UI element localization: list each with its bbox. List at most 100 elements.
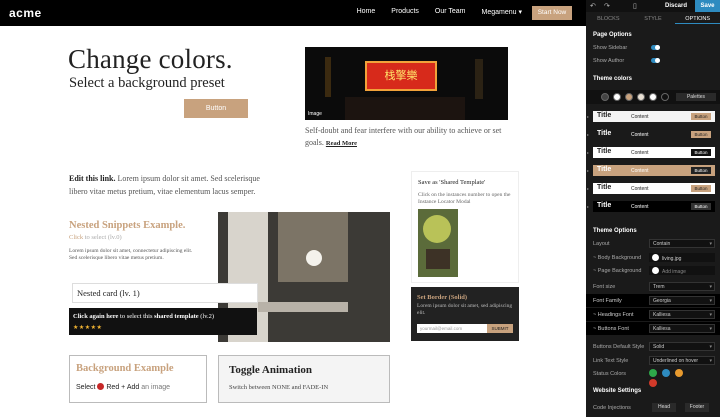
status-colors [649, 369, 699, 387]
nested-click-rest: to select (lv.0) [84, 234, 122, 241]
an-image-text: an image [141, 384, 171, 391]
to-select-text: to select this [120, 313, 153, 320]
body-background-field[interactable]: living.jpg [649, 253, 715, 262]
save-template-card[interactable]: Save as 'Shared Template' Click on the i… [411, 171, 519, 283]
nav-link-our-team[interactable]: Our Team [435, 8, 466, 16]
device-icon[interactable]: ▯ [633, 2, 637, 10]
chevron-right-icon[interactable]: ▸ [587, 186, 589, 191]
toggle-animation-text: Switch between NONE and FADE-IN [229, 384, 329, 391]
nav-link-megamenu[interactable]: Megamenu ▾ [482, 8, 522, 16]
nested-snippets-title[interactable]: Nested Snippets Example. [69, 220, 185, 231]
swatch-5[interactable] [661, 93, 669, 101]
start-now-button[interactable]: Start Now [532, 6, 572, 20]
tab-blocks[interactable]: BLOCKS [586, 14, 631, 24]
swatch-2[interactable] [625, 93, 633, 101]
palettes-dropdown[interactable]: Palettes [676, 93, 716, 101]
theme-row[interactable]: ▸ Title Content Button [587, 147, 715, 158]
nested-click-text[interactable]: Click to select (lv.0) [69, 234, 122, 241]
website-settings-heading: Website Settings [593, 388, 642, 394]
theme-row-button: Button [691, 149, 711, 156]
font-family-select[interactable]: Georgia ▾ [649, 296, 715, 305]
save-button[interactable]: Save [695, 0, 720, 12]
background-example-card[interactable]: Background Example Select Red + Add an i… [69, 355, 207, 403]
image-street [345, 97, 465, 120]
discard-button[interactable]: Discard [665, 3, 687, 9]
redo-icon[interactable]: ↷ [604, 2, 610, 10]
panel-tabs: BLOCKS STYLE OPTIONS [586, 14, 720, 24]
nav-link-products[interactable]: Products [391, 8, 419, 16]
show-author-toggle[interactable] [651, 58, 660, 63]
page-background-field[interactable]: Add image [649, 266, 715, 275]
chevron-right-icon[interactable]: ▸ [587, 150, 589, 155]
status-color-0[interactable] [649, 369, 657, 377]
undo-icon[interactable]: ↶ [590, 2, 596, 10]
click-again-link[interactable]: Click again here [73, 313, 118, 320]
logo[interactable]: acme [9, 6, 42, 20]
status-color-2[interactable] [675, 369, 683, 377]
layout-select[interactable]: Contain ▾ [649, 239, 715, 248]
white-dot-icon [652, 254, 659, 261]
chevron-right-icon[interactable]: ▸ [587, 132, 589, 137]
chevron-right-icon[interactable]: ▸ [587, 204, 589, 209]
nested-click-link[interactable]: Click [69, 234, 83, 241]
status-color-1[interactable] [662, 369, 670, 377]
toggle-animation-card[interactable]: Toggle Animation Switch between NONE and… [218, 355, 390, 403]
graffiti-image[interactable] [418, 209, 458, 277]
hero-text[interactable]: Self-doubt and fear interfere with our a… [305, 125, 515, 150]
show-sidebar-toggle[interactable] [651, 45, 660, 50]
hero-title[interactable]: Change colors. [68, 44, 233, 75]
theme-row-title: Title [597, 112, 612, 119]
theme-row[interactable]: ▸ Title Content Button [587, 165, 715, 176]
select-text: Select [76, 384, 96, 391]
swatch-1[interactable] [613, 93, 621, 101]
hero-subtitle[interactable]: Select a background preset [69, 75, 225, 92]
theme-row-button: Button [691, 167, 711, 174]
nav-link-home[interactable]: Home [357, 8, 376, 16]
tab-options[interactable]: OPTIONS [675, 14, 720, 24]
nested-card-lv1[interactable]: Nested card (lv. 1) [72, 283, 258, 303]
link-style-select[interactable]: Underlined on hover ▾ [649, 356, 715, 365]
hero-button[interactable]: Button [184, 99, 248, 118]
edit-link[interactable]: Edit this link. [69, 174, 115, 183]
theme-options-heading: Theme Options [593, 228, 637, 234]
nested-card-lv2[interactable]: Click again here to select this shared t… [69, 308, 257, 335]
swatch-3[interactable] [637, 93, 645, 101]
buttons-font-select[interactable]: Kalliesa ▾ [649, 324, 715, 333]
hero-image[interactable]: 栈擎樂 [305, 47, 508, 120]
background-example-title: Background Example [76, 363, 174, 374]
page-background-value: Add image [662, 269, 686, 275]
head-button[interactable]: Head [652, 403, 676, 412]
image-caption: Image [308, 111, 322, 117]
body-background-value: living.jpg [662, 256, 682, 262]
chevron-right-icon[interactable]: ▸ [587, 114, 589, 119]
edit-paragraph[interactable]: Edit this link. Lorem ipsum dolor sit am… [69, 172, 269, 198]
theme-row[interactable]: ▸ Title Content Button [587, 183, 715, 194]
buttons-style-select[interactable]: Solid ▾ [649, 342, 715, 351]
chevron-right-icon[interactable]: ▸ [587, 168, 589, 173]
swatch-0[interactable] [601, 93, 609, 101]
status-color-3[interactable] [649, 379, 657, 387]
nav-links: Home Products Our Team Megamenu ▾ [357, 8, 522, 16]
set-border-card[interactable]: Set Border (Solid) Lorem ipsum dolor sit… [411, 287, 519, 341]
layout-label: Layout [593, 241, 610, 247]
read-more-link[interactable]: Read More [326, 140, 357, 147]
theme-row-title: Title [597, 202, 612, 209]
email-input[interactable]: yourmail@email.com [417, 324, 487, 333]
submit-button[interactable]: SUBMIT [487, 324, 513, 333]
page-canvas: acme Home Products Our Team Megamenu ▾ S… [0, 0, 586, 417]
font-size-select[interactable]: Trem ▾ [649, 282, 715, 291]
headings-font-select[interactable]: Kalliesa ▾ [649, 310, 715, 319]
swatch-4[interactable] [649, 93, 657, 101]
theme-row-content: Content [631, 204, 649, 210]
star-rating: ★★★★★ [73, 325, 103, 331]
theme-row[interactable]: ▸ Title Content Button [587, 201, 715, 212]
footer-button[interactable]: Footer [685, 403, 709, 412]
theme-row-title: Title [597, 166, 612, 173]
chevron-down-icon: ▾ [709, 344, 712, 350]
tab-style[interactable]: STYLE [631, 14, 676, 24]
buttons-style-value: Solid [653, 344, 665, 350]
theme-row-content: Content [631, 114, 649, 120]
status-colors-label: Status Colors [593, 371, 627, 377]
theme-row[interactable]: ▸ Title Content Button [587, 111, 715, 122]
theme-row[interactable]: ▸ Title Content Button [587, 129, 715, 140]
